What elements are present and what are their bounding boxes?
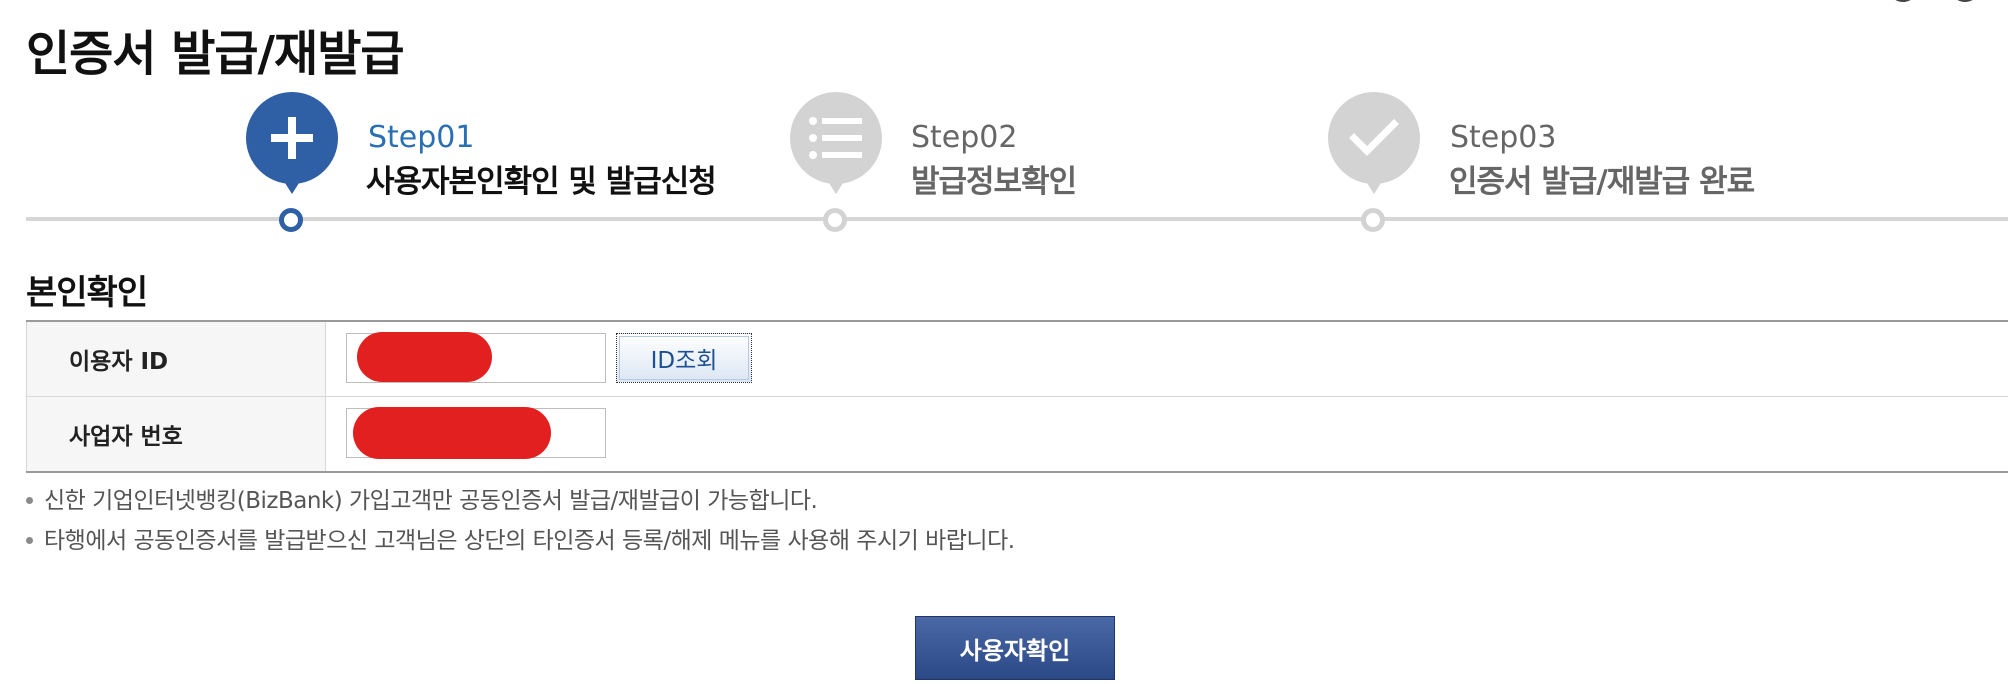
step-2-title: 발급정보확인	[911, 164, 1077, 200]
step-progress-line	[26, 217, 2008, 221]
check-icon	[1328, 92, 1420, 194]
step-1-marker	[279, 208, 303, 232]
page-title: 인증서 발급/재발급	[26, 26, 405, 82]
corner-circle-icon	[1950, 0, 1980, 2]
plus-icon-glyph	[271, 117, 313, 159]
bullet-icon	[26, 537, 33, 544]
section-title: 본인확인	[26, 273, 148, 313]
step-2-number: Step02	[911, 120, 1018, 155]
step-1-number: Step01	[368, 120, 475, 155]
bullet-icon	[26, 497, 33, 504]
business-number-input[interactable]	[346, 408, 606, 458]
form-row-user-id: 이용자 ID ID조회	[26, 322, 2008, 396]
corner-circle-icon	[1888, 0, 1918, 2]
step-3-marker	[1361, 208, 1385, 232]
user-id-label: 이용자 ID	[26, 322, 326, 396]
step-3-title: 인증서 발급/재발급 완료	[1449, 164, 1755, 200]
id-lookup-button-label: ID조회	[650, 348, 718, 374]
list-icon-glyph	[809, 117, 862, 159]
user-confirm-button[interactable]: 사용자확인	[915, 616, 1115, 680]
step-1-title: 사용자본인확인 및 발급신청	[366, 164, 717, 200]
step-2-marker	[823, 208, 847, 232]
notice-text: 신한 기업인터넷뱅킹(BizBank) 가입고객만 공동인증서 발급/재발급이 …	[44, 488, 818, 514]
notice-item: 타행에서 공동인증서를 발급받으신 고객님은 상단의 타인증서 등록/해제 메뉴…	[26, 526, 1015, 566]
business-number-label: 사업자 번호	[26, 397, 326, 471]
certificate-issue-page: 인증서 발급/재발급 Step01 사용자본인확인 및 발급신청 Step02 …	[0, 0, 2008, 684]
user-id-input[interactable]	[346, 333, 606, 383]
plus-icon	[246, 92, 338, 194]
notice-text: 타행에서 공동인증서를 발급받으신 고객님은 상단의 타인증서 등록/해제 메뉴…	[44, 528, 1015, 554]
identity-form: 이용자 ID ID조회 사업자 번호	[26, 320, 2008, 473]
check-icon-glyph	[1349, 119, 1399, 156]
notice-list: 신한 기업인터넷뱅킹(BizBank) 가입고객만 공동인증서 발급/재발급이 …	[26, 486, 1015, 566]
form-row-business-number: 사업자 번호	[26, 396, 2008, 471]
step-3-number: Step03	[1450, 120, 1557, 155]
user-id-cell: ID조회	[326, 322, 2008, 396]
id-lookup-button[interactable]: ID조회	[616, 333, 752, 383]
list-icon	[790, 92, 882, 194]
business-number-cell	[326, 397, 2008, 471]
notice-item: 신한 기업인터넷뱅킹(BizBank) 가입고객만 공동인증서 발급/재발급이 …	[26, 486, 1015, 526]
